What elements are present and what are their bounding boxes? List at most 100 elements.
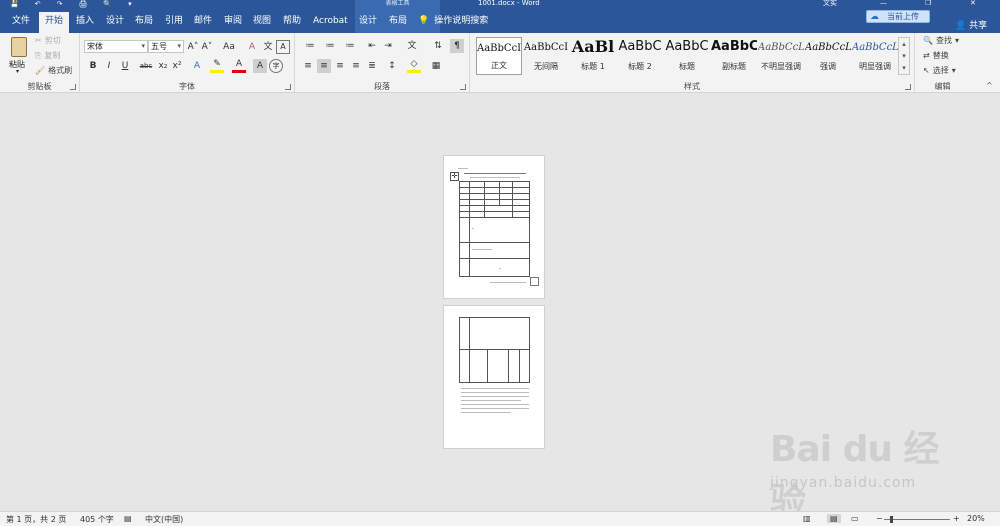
superscript-button[interactable]: x² xyxy=(170,59,184,73)
enclose-characters-button[interactable]: 字 xyxy=(269,59,283,73)
select-button[interactable]: ↖ 选择 ▾ xyxy=(923,65,956,76)
text-effects-button[interactable]: A xyxy=(190,59,204,73)
style-subtle-emphasis[interactable]: AaBbCcL 不明显强调 xyxy=(758,37,804,75)
strikethrough-button[interactable]: abc xyxy=(137,59,155,73)
style-title[interactable]: AaBbC 标题 xyxy=(664,37,710,75)
replace-button[interactable]: ⇄ 替换 xyxy=(923,50,949,61)
phonetic-guide-button[interactable]: 文 xyxy=(261,40,275,54)
style-heading-1[interactable]: AaBl 标题 1 xyxy=(570,37,616,75)
undo-icon[interactable]: ↶ xyxy=(35,0,41,8)
tab-table-design[interactable]: 设计 xyxy=(353,12,383,33)
format-painter-button[interactable]: 🖌 格式刷 xyxy=(35,65,72,76)
tab-mailings[interactable]: 邮件 xyxy=(188,12,218,33)
style-subtitle[interactable]: AaBbC 副标题 xyxy=(711,37,757,75)
justify-button[interactable]: ≡ xyxy=(349,59,363,73)
cut-button[interactable]: ✂ 剪切 xyxy=(35,35,61,46)
style-heading-2[interactable]: AaBbC 标题 2 xyxy=(617,37,663,75)
change-case-button[interactable]: Aa xyxy=(219,40,239,54)
line-spacing-button[interactable]: ↕ xyxy=(385,59,399,73)
underline-button[interactable]: U xyxy=(118,59,132,73)
align-center-button[interactable]: ≡ xyxy=(317,59,331,73)
grow-font-button[interactable]: A˄ xyxy=(186,40,200,54)
tab-file[interactable]: 文件 xyxy=(6,12,36,33)
multilevel-list-button[interactable]: ≔ xyxy=(341,39,359,53)
tab-insert[interactable]: 插入 xyxy=(70,12,100,33)
zoom-in-button[interactable]: + xyxy=(953,514,960,523)
paragraph-launcher[interactable] xyxy=(460,84,466,90)
tab-layout[interactable]: 布局 xyxy=(129,12,159,33)
collapse-ribbon-icon[interactable]: ^ xyxy=(986,81,993,90)
show-marks-button[interactable]: ¶ xyxy=(450,39,464,53)
proofing-icon[interactable]: ▤ xyxy=(124,514,132,523)
tell-me-search[interactable]: 💡 操作说明搜索 xyxy=(418,12,488,31)
web-layout-icon[interactable]: ▭ xyxy=(851,514,859,523)
increase-indent-button[interactable]: ⇥ xyxy=(381,39,395,53)
clear-formatting-button[interactable]: A xyxy=(245,40,259,54)
borders-button[interactable]: ▦ xyxy=(429,59,443,73)
styles-launcher[interactable] xyxy=(905,84,911,90)
table-resize-handle[interactable] xyxy=(530,277,539,286)
find-button[interactable]: 🔍 查找 ▾ xyxy=(923,35,959,46)
user-name[interactable]: 文实 xyxy=(823,0,837,7)
tab-help[interactable]: 帮助 xyxy=(277,12,307,33)
print-layout-icon[interactable]: ▤ xyxy=(827,514,841,523)
font-name-select[interactable]: 宋体 ▾ xyxy=(84,40,148,53)
more-styles-icon[interactable]: ▾ xyxy=(899,62,909,74)
style-normal[interactable]: AaBbCcI 正文 xyxy=(476,37,522,75)
tab-acrobat[interactable]: Acrobat xyxy=(307,12,354,33)
decrease-indent-button[interactable]: ⇤ xyxy=(365,39,379,53)
sort-button[interactable]: ⇅ xyxy=(431,39,445,53)
style-no-spacing[interactable]: AaBbCcI 无间隔 xyxy=(523,37,569,75)
italic-button[interactable]: I xyxy=(102,59,116,73)
tab-design[interactable]: 设计 xyxy=(100,12,130,33)
style-emphasis[interactable]: AaBbCcL 强调 xyxy=(805,37,851,75)
paste-button[interactable]: 粘贴 ▾ xyxy=(9,37,31,77)
subscript-button[interactable]: x₂ xyxy=(156,59,170,73)
shrink-font-button[interactable]: A˅ xyxy=(200,40,214,54)
customize-qat-icon[interactable]: ▾ xyxy=(128,0,132,8)
gallery-scroll[interactable]: ▴ ▾ ▾ xyxy=(898,37,910,75)
font-size-select[interactable]: 五号 ▾ xyxy=(148,40,184,53)
minimize-button[interactable]: — xyxy=(880,0,887,7)
read-mode-icon[interactable]: ▥ xyxy=(803,514,811,523)
font-launcher[interactable] xyxy=(285,84,291,90)
align-left-button[interactable]: ≡ xyxy=(301,59,315,73)
tab-view[interactable]: 视图 xyxy=(247,12,277,33)
zoom-out-button[interactable]: − xyxy=(876,514,883,523)
close-button[interactable]: ✕ xyxy=(970,0,976,7)
bullets-button[interactable]: ≔ xyxy=(301,39,319,53)
character-shading-button[interactable]: A xyxy=(253,59,267,73)
shading-button[interactable]: ◇ xyxy=(407,59,421,73)
font-color-button[interactable]: A xyxy=(232,59,246,73)
distributed-button[interactable]: ≣ xyxy=(365,59,379,73)
tab-references[interactable]: 引用 xyxy=(159,12,189,33)
copy-button[interactable]: ⎘ 复制 xyxy=(35,50,60,61)
save-icon[interactable]: 💾 xyxy=(10,0,19,8)
maximize-button[interactable]: ❐ xyxy=(925,0,931,7)
preview-icon[interactable]: 🔍 xyxy=(103,0,112,8)
chevron-down-icon[interactable]: ▾ xyxy=(899,50,909,62)
redo-icon[interactable]: ↷ xyxy=(57,0,63,8)
document-page-1[interactable]: ✛ xyxy=(443,155,545,299)
zoom-slider[interactable] xyxy=(884,519,950,520)
tab-review[interactable]: 审阅 xyxy=(218,12,248,33)
tab-home[interactable]: 开始 xyxy=(39,12,70,33)
chinese-layout-button[interactable]: 文 xyxy=(405,39,419,53)
table-move-handle-icon[interactable]: ✛ xyxy=(450,172,459,181)
page-count[interactable]: 第 1 页，共 2 页 xyxy=(6,514,66,525)
numbering-button[interactable]: ≔ xyxy=(321,39,339,53)
zoom-slider-thumb[interactable] xyxy=(890,516,893,523)
bold-button[interactable]: B xyxy=(86,59,100,73)
tab-table-layout[interactable]: 布局 xyxy=(383,12,413,33)
character-border-button[interactable]: A xyxy=(276,40,290,54)
chevron-up-icon[interactable]: ▴ xyxy=(899,38,909,50)
document-page-2[interactable] xyxy=(443,305,545,449)
language-indicator[interactable]: 中文(中国) xyxy=(145,514,183,525)
align-right-button[interactable]: ≡ xyxy=(333,59,347,73)
word-count[interactable]: 405 个字 xyxy=(80,514,114,525)
highlight-button[interactable]: ✎ xyxy=(210,59,224,73)
clipboard-launcher[interactable] xyxy=(70,84,76,90)
print-icon[interactable]: 🖨 xyxy=(78,0,87,8)
upload-button[interactable]: ☁ 当前上传 xyxy=(866,10,930,23)
zoom-level[interactable]: 20% xyxy=(967,514,985,523)
